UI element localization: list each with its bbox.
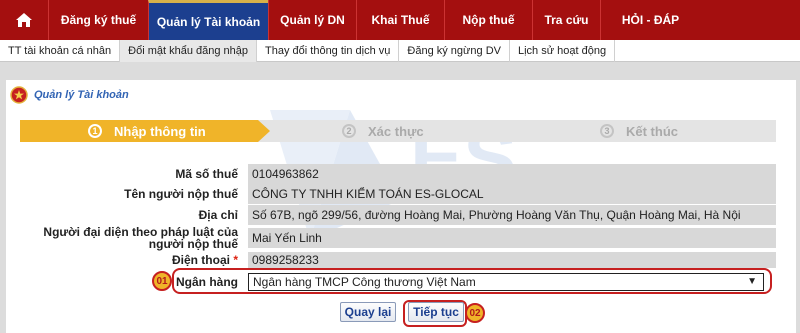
home-icon[interactable] <box>0 0 48 40</box>
subnav-item-lich-su[interactable]: Lịch sử hoạt động <box>510 40 616 62</box>
row-legal-representative: Người đại diện theo pháp luật của người … <box>20 226 776 250</box>
row-phone: Điện thoại * 0989258233 <box>20 252 776 268</box>
phone-label-text: Điện thoại <box>171 253 230 267</box>
continue-button[interactable]: Tiếp tục <box>408 302 464 322</box>
tax-code-label: Mã số thuế <box>175 167 238 181</box>
nav-item-khai-thue[interactable]: Khai Thuế <box>356 0 444 40</box>
step-1-label: Nhập thông tin <box>114 123 206 139</box>
step-1-number: 1 <box>88 124 102 138</box>
row-taxpayer-name: Tên người nộp thuế CÔNG TY TNHH KIỂM TOÁ… <box>20 184 776 204</box>
step-1: 1 Nhập thông tin <box>88 120 206 142</box>
step-marker-02: 02 <box>465 303 485 323</box>
nav-item-quan-ly-dn[interactable]: Quản lý DN <box>268 0 356 40</box>
row-tax-code: Mã số thuế 0104963862 <box>20 164 776 184</box>
subnav-item-dang-ky-ngung[interactable]: Đăng ký ngừng DV <box>399 40 510 62</box>
step-2-number: 2 <box>342 124 356 138</box>
subnav-item-thay-doi-thong-tin[interactable]: Thay đổi thông tin dịch vụ <box>257 40 400 62</box>
emblem-icon <box>10 86 28 104</box>
nav-item-quan-ly-tai-khoan[interactable]: Quản lý Tài khoản <box>148 0 268 40</box>
taxpayer-name-value: CÔNG TY TNHH KIỂM TOÁN ES-GLOCAL <box>248 184 776 204</box>
taxpayer-name-label: Tên người nộp thuế <box>124 187 238 201</box>
phone-value: 0989258233 <box>248 252 776 268</box>
bank-select[interactable]: Ngân hàng TMCP Công thương Việt Nam ▼ <box>248 273 764 291</box>
back-button[interactable]: Quay lại <box>340 302 396 322</box>
step-2-label: Xác thực <box>368 123 424 139</box>
phone-label: Điện thoại * <box>20 254 248 266</box>
subnav-item-tt-tai-khoan[interactable]: TT tài khoản cá nhân <box>0 40 121 62</box>
sub-navigation: TT tài khoản cá nhân Đổi mật khẩu đăng n… <box>0 40 800 62</box>
address-value: Số 67B, ngõ 299/56, đường Hoàng Mai, Phư… <box>248 205 776 225</box>
page: Đăng ký thuế Quản lý Tài khoản Quản lý D… <box>0 0 800 333</box>
row-address: Địa chỉ Số 67B, ngõ 299/56, đường Hoàng … <box>20 205 776 225</box>
required-marker: * <box>233 253 238 267</box>
nav-item-nop-thue[interactable]: Nộp thuế <box>444 0 532 40</box>
step-3-label: Kết thúc <box>626 123 678 139</box>
nav-item-tra-cuu[interactable]: Tra cứu <box>532 0 600 40</box>
tax-code-value: 0104963862 <box>248 164 776 184</box>
page-title-text: Quản lý Tài khoản <box>34 89 129 101</box>
nav-item-hoi-dap[interactable]: HỎI - ĐÁP <box>600 0 700 40</box>
bank-select-value: Ngân hàng TMCP Công thương Việt Nam <box>253 275 476 289</box>
chevron-down-icon: ▼ <box>747 276 757 287</box>
step-3: 3 Kết thúc <box>600 120 678 142</box>
step-progress-bar: 1 Nhập thông tin 2 Xác thực 3 Kết thúc <box>20 120 776 142</box>
nav-item-dang-ky-thue[interactable]: Đăng ký thuế <box>48 0 148 40</box>
step-3-number: 3 <box>600 124 614 138</box>
step-2: 2 Xác thực <box>342 120 424 142</box>
legal-representative-value: Mai Yến Linh <box>248 228 776 248</box>
bank-label: Ngân hàng <box>176 275 238 289</box>
page-title: Quản lý Tài khoản <box>10 86 129 104</box>
subnav-item-doi-mat-khau[interactable]: Đổi mật khẩu đăng nhập <box>120 40 258 62</box>
address-label: Địa chỉ <box>198 208 238 222</box>
legal-representative-label: Người đại diện theo pháp luật của người … <box>43 225 238 251</box>
top-navigation: Đăng ký thuế Quản lý Tài khoản Quản lý D… <box>0 0 800 40</box>
